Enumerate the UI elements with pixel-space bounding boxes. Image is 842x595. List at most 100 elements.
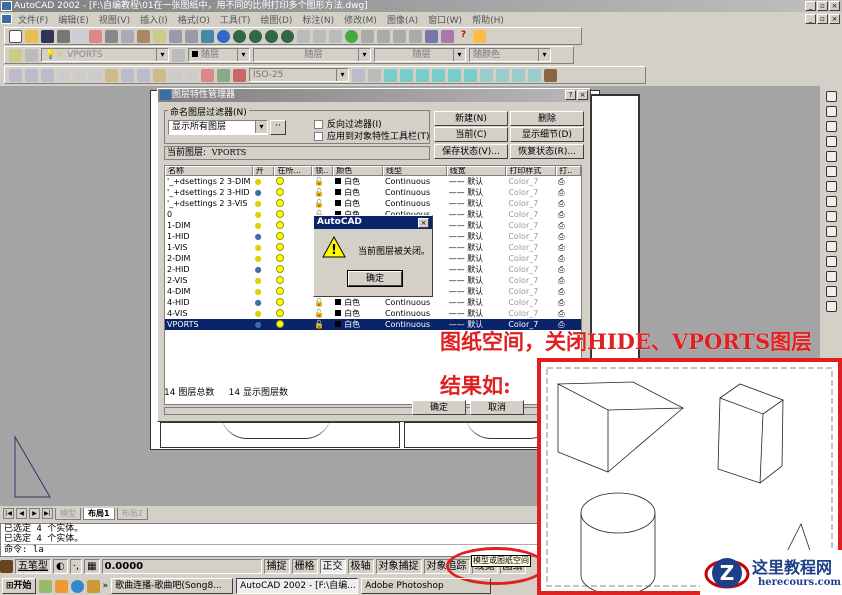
first-tab-button[interactable]: |◀: [3, 508, 14, 519]
redo-icon[interactable]: [185, 29, 198, 43]
tool-icon-10[interactable]: [825, 226, 837, 237]
ok-button[interactable]: 确定: [412, 400, 466, 415]
tolerance-icon[interactable]: [169, 68, 182, 82]
tool-icon-1[interactable]: [825, 91, 837, 102]
menu-window[interactable]: 窗口(W): [428, 13, 462, 26]
layer-manager-icon[interactable]: [9, 48, 22, 62]
layer-lineweight[interactable]: —— 默认: [447, 275, 507, 286]
menu-edit[interactable]: 编辑(E): [58, 13, 89, 26]
layer-name[interactable]: 2-HID: [165, 264, 253, 275]
linear-dim-icon[interactable]: [9, 68, 22, 82]
bulb-on-icon[interactable]: ●: [253, 209, 275, 220]
layer-lineweight[interactable]: —— 默认: [447, 242, 507, 253]
web3-icon[interactable]: [265, 29, 278, 43]
printer-icon[interactable]: ⎙: [556, 220, 581, 231]
layer-name[interactable]: 4-VIS: [165, 308, 253, 319]
help-icon[interactable]: ?: [457, 30, 470, 43]
menu-help[interactable]: 帮助(H): [472, 13, 504, 26]
open-icon[interactable]: [25, 29, 38, 43]
menu-tools[interactable]: 工具(T): [220, 13, 251, 26]
web-icon[interactable]: [233, 29, 246, 43]
layer-color[interactable]: 白色: [333, 198, 383, 209]
front-view-icon[interactable]: [448, 68, 461, 82]
baseline-dim-icon[interactable]: [121, 68, 134, 82]
bulb-off-icon[interactable]: ●: [253, 264, 275, 275]
layer-color[interactable]: 白色: [333, 319, 383, 330]
angular-dim-icon[interactable]: [89, 68, 102, 82]
properties-icon[interactable]: [425, 29, 438, 43]
web4-icon[interactable]: [281, 29, 294, 43]
layer-lineweight[interactable]: —— 默认: [447, 253, 507, 264]
thaw-sun-icon[interactable]: [274, 319, 312, 330]
left-view-icon[interactable]: [416, 68, 429, 82]
col-freeze[interactable]: 在所...: [274, 166, 313, 176]
print-icon[interactable]: [57, 29, 70, 43]
bulb-on-icon[interactable]: ●: [253, 198, 275, 209]
quicklaunch-desktop-icon[interactable]: [38, 579, 52, 593]
ime-keyboard-icon[interactable]: ▦: [84, 559, 100, 574]
layer-linetype[interactable]: Continuous: [383, 176, 447, 187]
restore-button[interactable]: ▫: [817, 1, 828, 11]
layer-lineweight[interactable]: —— 默认: [447, 198, 507, 209]
layer-row[interactable]: '_+dsettings 2 3-VIS ● 🔓 白色 Continuous —— 默认 C…: [165, 198, 581, 209]
printer-icon[interactable]: ⎙: [556, 187, 581, 198]
thaw-sun-icon[interactable]: [274, 231, 312, 242]
unlock-icon[interactable]: 🔓: [312, 319, 333, 330]
design-center-icon[interactable]: [201, 29, 214, 43]
layer-name[interactable]: 2-VIS: [165, 275, 253, 286]
dim-text-edit-icon[interactable]: [217, 68, 230, 82]
bulb-on-icon[interactable]: ●: [253, 275, 275, 286]
layer-dropdown[interactable]: 💡☼ VPORTS: [41, 48, 169, 62]
ordinate-dim-icon[interactable]: [41, 68, 54, 82]
unlock-icon[interactable]: 🔓: [312, 187, 333, 198]
polar-toggle[interactable]: 极轴: [347, 559, 374, 574]
close-button[interactable]: ×: [829, 1, 840, 11]
thaw-sun-icon[interactable]: [274, 275, 312, 286]
layer-lineweight[interactable]: —— 默认: [447, 297, 507, 308]
filter-dropdown[interactable]: 显示所有图层: [168, 120, 268, 135]
layer-linetype[interactable]: Continuous: [383, 187, 447, 198]
bulb-on-icon[interactable]: ●: [253, 308, 275, 319]
menu-insert[interactable]: 插入(I): [140, 13, 168, 26]
dialog-close-button[interactable]: ×: [577, 90, 588, 100]
today-icon[interactable]: [473, 29, 486, 43]
thaw-sun-icon[interactable]: [274, 264, 312, 275]
layer-row[interactable]: '_+dsettings 2 3-DIM ● 🔓 白色 Continuous —— 默认 C…: [165, 176, 581, 187]
thaw-sun-icon[interactable]: [274, 308, 312, 319]
tool-icon-5[interactable]: [825, 151, 837, 162]
layer-linetype[interactable]: Continuous: [383, 308, 447, 319]
tool-icon-7[interactable]: [825, 181, 837, 192]
3d-orbit-icon[interactable]: [345, 29, 358, 43]
thaw-sun-icon[interactable]: [274, 286, 312, 297]
printer-icon[interactable]: ⎙: [556, 231, 581, 242]
ucs-icon[interactable]: [297, 29, 310, 43]
col-plot[interactable]: 打..: [556, 166, 581, 176]
tool-icon-2[interactable]: [825, 106, 837, 117]
menu-format[interactable]: 格式(O): [178, 13, 210, 26]
prev-tab-button[interactable]: ◀: [16, 508, 27, 519]
menu-view[interactable]: 视图(V): [99, 13, 130, 26]
top-view-icon[interactable]: [384, 68, 397, 82]
alert-close-button[interactable]: ×: [418, 218, 429, 228]
lineweight-dropdown[interactable]: 随层: [374, 48, 466, 62]
layer-color[interactable]: 白色: [333, 308, 383, 319]
task-autocad[interactable]: AutoCAD 2002 - [F:\自编...: [236, 578, 359, 594]
layer-lineweight[interactable]: —— 默认: [447, 286, 507, 297]
col-plotstyle[interactable]: 打印样式: [506, 166, 557, 176]
cut-icon[interactable]: [105, 29, 118, 43]
right-view-icon[interactable]: [432, 68, 445, 82]
pan-icon[interactable]: [361, 29, 374, 43]
dim-edit-icon[interactable]: [201, 68, 214, 82]
nw-iso-icon[interactable]: [528, 68, 541, 82]
printer-icon[interactable]: ⎙: [556, 209, 581, 220]
bulb-on-icon[interactable]: ●: [253, 176, 275, 187]
layer-name[interactable]: 4-DIM: [165, 286, 253, 297]
col-lineweight[interactable]: 线宽: [446, 166, 507, 176]
menu-dimension[interactable]: 标注(N): [302, 13, 334, 26]
layer-name[interactable]: VPORTS: [165, 319, 253, 330]
minimize-button[interactable]: _: [805, 1, 816, 11]
layer-row[interactable]: 4-HID ● 🔓 白色 Continuous —— 默认 Color_7 ⎙: [165, 297, 581, 308]
print-preview-icon[interactable]: [73, 29, 86, 43]
printer-icon[interactable]: ⎙: [556, 297, 581, 308]
layer-lineweight[interactable]: —— 默认: [447, 308, 507, 319]
